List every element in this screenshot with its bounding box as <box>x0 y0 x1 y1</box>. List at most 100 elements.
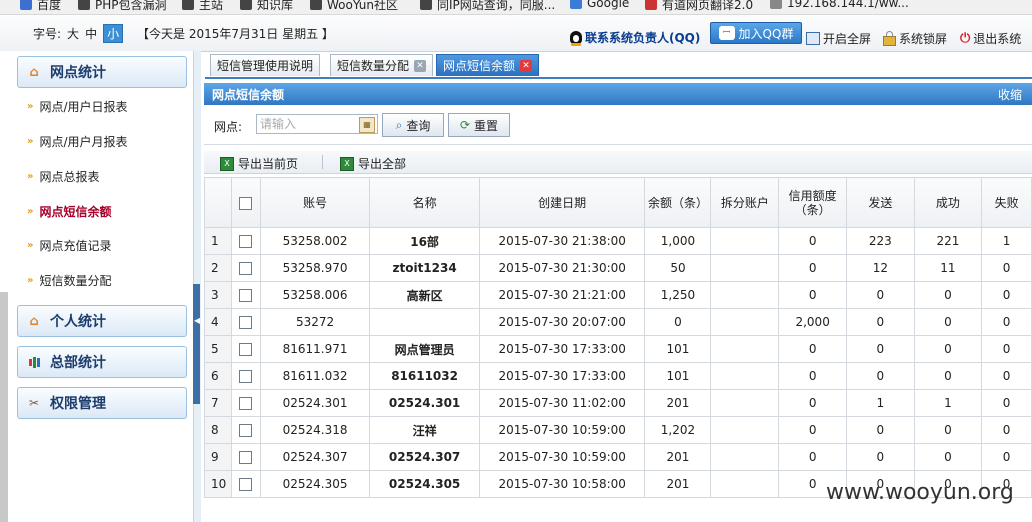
magnifier-icon: ⌕ <box>395 117 403 132</box>
table-header-row: 账号 名称 创建日期 余额（条） 拆分账户 信用额度（条） 发送 成功 失败 <box>204 177 1032 228</box>
cell-sent: 0 <box>846 281 915 309</box>
sidebar-item-sms-allocation[interactable]: » 短信数量分配 <box>27 272 111 289</box>
logout-button[interactable]: ⏻ 退出系统 <box>960 30 1021 47</box>
close-icon[interactable]: ✕ <box>414 59 427 72</box>
row-checkbox[interactable] <box>239 424 253 437</box>
row-checkbox[interactable] <box>239 451 253 464</box>
row-number: 1 <box>204 227 232 255</box>
column-header-name[interactable]: 名称 <box>369 177 480 228</box>
panel-header: 网点短信余额 收缩 <box>204 83 1032 105</box>
row-checkbox[interactable] <box>239 478 253 491</box>
double-arrow-icon: » <box>27 275 34 286</box>
column-header-sent[interactable]: 发送 <box>846 177 915 228</box>
cell-credit: 0 <box>778 227 848 255</box>
column-header-fail[interactable]: 失败 <box>981 177 1032 228</box>
sidebar-item-sms-balance[interactable]: » 网点短信余额 <box>27 203 111 220</box>
cell-balance: 201 <box>644 470 712 498</box>
sidebar-section-branch-stats[interactable]: ⌂ 网点统计 <box>17 56 187 88</box>
sidebar-section-hq-stats[interactable]: 总部统计 <box>17 346 187 378</box>
row-checkbox[interactable] <box>239 235 253 248</box>
close-icon[interactable]: ✕ <box>520 59 533 72</box>
font-size-large[interactable]: 大 <box>67 25 79 42</box>
bookmark-same-ip[interactable]: 同IP网站查询，同服... <box>420 0 555 13</box>
cell-success: 221 <box>913 227 983 255</box>
query-button[interactable]: ⌕ 查询 <box>382 113 444 137</box>
table-row[interactable]: 1 53258.002 16部 2015-07-30 21:38:00 1,000 0 22… <box>204 227 1032 255</box>
lock-screen-button[interactable]: 系统锁屏 <box>883 30 947 47</box>
sidebar-collapse-grip[interactable] <box>193 284 200 404</box>
column-header-credit[interactable]: 信用额度（条） <box>778 177 848 228</box>
excel-icon: X <box>340 156 354 171</box>
column-header-created[interactable]: 创建日期 <box>478 177 646 228</box>
bookmark-youdao[interactable]: 有道网页翻译2.0 <box>645 0 753 13</box>
cell-name: 高新区 <box>369 281 480 309</box>
cell-date: 2015-07-30 17:33:00 <box>478 362 646 390</box>
row-number: 7 <box>204 389 232 417</box>
cell-fail: 0 <box>981 254 1032 282</box>
cell-date: 2015-07-30 10:59:00 <box>478 443 646 471</box>
bookmark-main-site[interactable]: 主站 <box>182 0 223 13</box>
cell-success: 0 <box>913 362 983 390</box>
sidebar-section-permissions[interactable]: ✂ 权限管理 <box>17 387 187 419</box>
bookmark-knowledge[interactable]: 知识库 <box>240 0 293 13</box>
column-header-success[interactable]: 成功 <box>913 177 983 228</box>
cell-credit: 0 <box>778 416 848 444</box>
cell-account: 02524.301 <box>259 389 371 417</box>
export-page-button[interactable]: X 导出当前页 <box>220 155 298 172</box>
sidebar-item-total-report[interactable]: » 网点总报表 <box>27 168 99 185</box>
sidebar-item-recharge-records[interactable]: » 网点充值记录 <box>27 237 111 254</box>
row-select-cell <box>230 227 261 255</box>
collapse-button[interactable]: 收缩 <box>998 86 1022 103</box>
column-header-split[interactable]: 拆分账户 <box>710 177 780 228</box>
select-all-checkbox[interactable] <box>239 196 253 210</box>
cell-account: 02524.318 <box>259 416 371 444</box>
cell-date: 2015-07-30 17:33:00 <box>478 335 646 363</box>
sidebar-item-daily-report[interactable]: » 网点/用户日报表 <box>27 98 128 115</box>
reset-button[interactable]: ⟳ 重置 <box>448 113 510 137</box>
table-row[interactable]: 7 02524.301 02524.301 2015-07-30 11:02:00 20… <box>204 389 1032 417</box>
row-checkbox[interactable] <box>239 370 253 383</box>
table-row[interactable]: 5 81611.971 网点管理员 2015-07-30 17:33:00 101 0 0 0… <box>204 335 1032 363</box>
row-checkbox[interactable] <box>239 316 253 329</box>
baidu-icon <box>20 0 32 10</box>
home-icon: ⌂ <box>29 64 39 80</box>
bookmark-wooyun-community[interactable]: WooYun社区 <box>310 0 398 13</box>
bookmark-baidu[interactable]: 百度 <box>20 0 61 13</box>
row-select-cell <box>230 254 261 282</box>
cell-account: 81611.032 <box>259 362 371 390</box>
cell-name: 网点管理员 <box>369 335 480 363</box>
bookmark-google[interactable]: Google <box>570 0 629 10</box>
row-checkbox[interactable] <box>239 262 253 275</box>
collapse-arrow-icon: ◀ <box>194 316 201 325</box>
export-all-button[interactable]: X 导出全部 <box>340 155 406 172</box>
row-checkbox[interactable] <box>239 397 253 410</box>
table-row[interactable]: 9 02524.307 02524.307 2015-07-30 10:59:00 20… <box>204 443 1032 471</box>
page-scrollbar[interactable] <box>0 292 8 522</box>
row-checkbox[interactable] <box>239 343 253 356</box>
row-checkbox[interactable] <box>239 289 253 302</box>
tab-sms-allocation[interactable]: 短信数量分配 ✕ <box>330 54 434 76</box>
bookmark-php-include[interactable]: PHP包含漏洞 <box>78 0 167 13</box>
column-header-balance[interactable]: 余额（条） <box>644 177 712 228</box>
table-row[interactable]: 8 02524.318 汪祥 2015-07-30 10:59:00 1,202 0 0 0 0 <box>204 416 1032 444</box>
join-qq-group-button[interactable]: ꟷ 加入QQ群 <box>710 22 802 44</box>
group-icon: ꟷ <box>718 26 735 40</box>
bookmark-local-ip[interactable]: 192.168.144.1/ww... <box>770 0 909 10</box>
sidebar-item-monthly-report[interactable]: » 网点/用户月报表 <box>27 133 128 150</box>
table-row[interactable]: 3 53258.006 高新区 2015-07-30 21:21:00 1,250 0 0 0… <box>204 281 1032 309</box>
qq-contact-link[interactable]: 联系系统负责人(QQ) <box>570 29 700 46</box>
fullscreen-button[interactable]: 开启全屏 <box>806 30 871 47</box>
picker-icon[interactable]: ▦ <box>359 117 375 133</box>
column-header-account[interactable]: 账号 <box>259 177 371 228</box>
sidebar-section-personal-stats[interactable]: ⌂ 个人统计 <box>17 305 187 337</box>
tab-sms-manual[interactable]: 短信管理使用说明 <box>210 54 321 76</box>
table-row[interactable]: 6 81611.032 81611032 2015-07-30 17:33:00 101… <box>204 362 1032 390</box>
page-icon <box>310 0 322 10</box>
row-number: 4 <box>204 308 232 336</box>
cell-credit: 0 <box>778 389 848 417</box>
table-row[interactable]: 4 53272 2015-07-30 20:07:00 0 2,000 0 0 0 <box>204 308 1032 336</box>
tab-sms-balance[interactable]: 网点短信余额 ✕ <box>436 54 540 76</box>
font-size-medium[interactable]: 中 <box>85 25 97 42</box>
font-size-small[interactable]: 小 <box>103 24 124 43</box>
table-row[interactable]: 2 53258.970 ztoit1234 2015-07-30 21:30:00 50… <box>204 254 1032 282</box>
